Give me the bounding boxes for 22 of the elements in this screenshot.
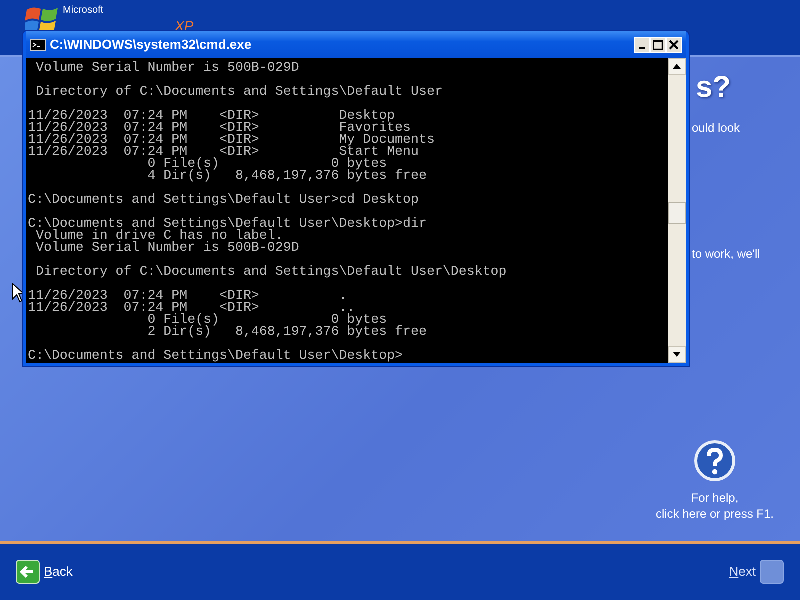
help-icon[interactable] (694, 440, 736, 482)
mouse-cursor-icon (12, 283, 25, 303)
scroll-thumb[interactable] (668, 202, 686, 224)
logo-company-text: Microsoft (63, 6, 105, 16)
console-output: Volume Serial Number is 500B-029D Directory of C:\Documents and Settings\Default User 11/26/2023 07:24 PM <DIR> Desktop 11/26/2023 07:24 PM <DIR> Favorites 11/26/2023 07:24 PM <DIR> My Documents 11/26/2023 07:24 PM <DIR> Start Menu 0 File(s) 0 bytes 4 Dir(s) 8,468,197,376 bytes free C:\Documents and Settings\Default User>cd Desktop C:\Documents and Settings\Default User\Desktop>dir Volume in drive C has no label. Volume Serial Number is 500B-029D Directory of C:\Documents and Settings\Default User\Desktop 11/26/2023 07:24 PM <DIR> . 11/26/2023 07:24 PM <DIR> .. 0 File(s) 0 bytes 2 Dir(s) 8,468,197,376 bytes free C:\Documents and Settings\Default User\Desktop> (26, 58, 668, 363)
console-icon (30, 38, 46, 50)
close-button[interactable] (666, 36, 682, 52)
scroll-down-icon[interactable] (673, 352, 681, 358)
scrollbar[interactable] (668, 58, 686, 363)
minimize-icon (639, 46, 645, 48)
scroll-up-icon[interactable] (673, 64, 681, 70)
page-text: to work, we'll (692, 246, 762, 263)
back-button[interactable]: Back (16, 560, 73, 584)
minimize-button[interactable] (634, 36, 650, 52)
help-text: click here or press F1. (654, 506, 776, 522)
help-text: For help, (690, 490, 740, 506)
window-title: C:\WINDOWS\system32\cmd.exe (50, 36, 252, 54)
close-icon (669, 40, 679, 50)
page-heading: s? (696, 71, 732, 105)
maximize-button[interactable] (650, 36, 666, 52)
maximize-icon (653, 40, 663, 50)
page-text: ould look (692, 120, 742, 137)
